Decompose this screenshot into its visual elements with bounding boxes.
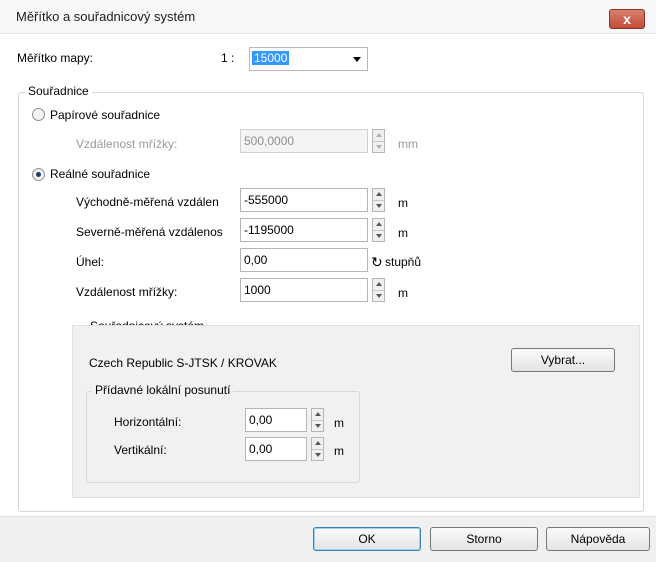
scale-prefix: 1 :	[221, 51, 235, 65]
easting-input[interactable]: -555000	[240, 188, 368, 212]
select-system-button[interactable]: Vybrat...	[511, 348, 615, 372]
offset-legend: Přídavné lokální posunutí	[92, 383, 234, 397]
easting-spinner[interactable]	[372, 188, 385, 212]
chevron-down-icon[interactable]	[353, 57, 361, 62]
horizontal-spinner[interactable]	[311, 408, 324, 432]
spin-down-icon[interactable]	[312, 420, 323, 431]
ok-button[interactable]: OK	[313, 527, 421, 551]
spin-down-icon[interactable]	[373, 141, 384, 152]
grid-distance-label: Vzdálenost mřížky:	[76, 285, 178, 299]
close-button[interactable]: x	[609, 9, 645, 29]
paper-grid-label: Vzdálenost mřížky:	[76, 137, 178, 151]
real-coords-radio[interactable]	[32, 168, 45, 181]
grid-distance-unit: m	[398, 286, 408, 300]
real-coords-label: Reálné souřadnice	[50, 167, 151, 181]
spin-down-icon[interactable]	[373, 230, 384, 241]
horizontal-unit: m	[334, 416, 344, 430]
title-bar: Měřítko a souřadnicový systém x	[0, 0, 656, 34]
paper-coords-label: Papírové souřadnice	[50, 108, 161, 122]
vertical-unit: m	[334, 444, 344, 458]
angle-label: Úhel:	[76, 255, 105, 269]
easting-label: Východně-měřená vzdálen	[76, 195, 219, 209]
paper-coords-radio[interactable]	[32, 108, 45, 121]
horizontal-label: Horizontální:	[114, 415, 182, 429]
coord-system-name: Czech Republic S-JTSK / KROVAK	[89, 356, 277, 370]
paper-grid-spinner[interactable]	[372, 129, 385, 153]
window-title: Měřítko a souřadnicový systém	[16, 9, 196, 24]
grid-distance-input[interactable]: 1000	[240, 278, 368, 302]
grid-distance-spinner[interactable]	[372, 278, 385, 302]
northing-input[interactable]: -1195000	[240, 218, 368, 242]
vertical-input[interactable]: 0,00	[245, 437, 307, 461]
rotate-icon[interactable]: ↻	[371, 255, 383, 269]
angle-unit: stupňů	[385, 255, 422, 269]
northing-unit: m	[398, 226, 408, 240]
vertical-spinner[interactable]	[311, 437, 324, 461]
scale-combobox[interactable]: 15000	[249, 47, 368, 71]
cancel-button[interactable]: Storno	[430, 527, 538, 551]
paper-grid-input[interactable]: 500,0000	[240, 129, 368, 153]
easting-unit: m	[398, 196, 408, 210]
coordinates-legend: Souřadnice	[25, 84, 92, 98]
northing-label: Severně-měřená vzdálenos	[76, 225, 223, 239]
angle-input[interactable]: 0,00	[240, 248, 368, 272]
help-button[interactable]: Nápověda	[546, 527, 650, 551]
spin-down-icon[interactable]	[312, 449, 323, 460]
spin-down-icon[interactable]	[373, 290, 384, 301]
spin-down-icon[interactable]	[373, 200, 384, 211]
northing-spinner[interactable]	[372, 218, 385, 242]
scale-label: Měřítko mapy:	[17, 51, 94, 65]
scale-value: 15000	[252, 51, 290, 65]
close-icon: x	[623, 11, 631, 27]
horizontal-input[interactable]: 0,00	[245, 408, 307, 432]
paper-grid-unit: mm	[398, 137, 418, 151]
vertical-label: Vertikální:	[114, 443, 167, 457]
